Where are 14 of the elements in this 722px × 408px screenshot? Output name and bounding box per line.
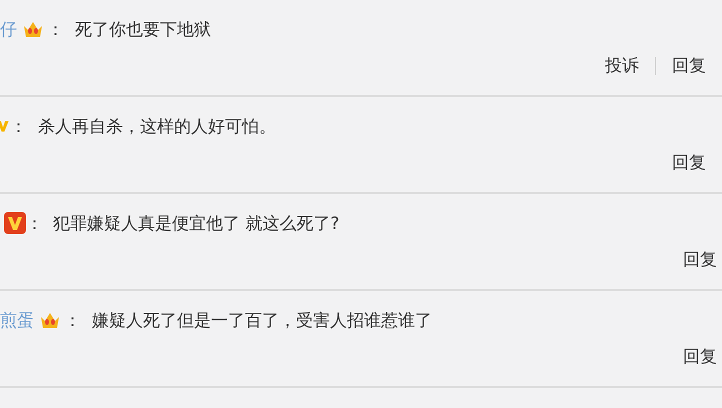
action-link[interactable]: 回复 xyxy=(683,345,717,368)
action-link[interactable]: 回复 xyxy=(672,54,706,77)
colon: ： xyxy=(64,310,82,332)
action-link[interactable]: 回复 xyxy=(683,248,717,271)
comment-text: 嫌疑人死了但是一了百了，受害人招谁惹谁了 xyxy=(92,310,432,332)
colon: ： xyxy=(47,18,65,40)
comment-text: 死了你也要下地狱 xyxy=(75,18,211,40)
comment-text: 杀人再自杀，这样的人好可怕。 xyxy=(38,116,276,138)
v-badge-icon xyxy=(4,212,26,234)
colon: ： xyxy=(26,212,44,234)
action-link[interactable]: 投诉 xyxy=(605,54,639,77)
action-link[interactable]: 回复 xyxy=(672,151,706,174)
colon: ： xyxy=(10,116,28,138)
comment-text: 犯罪嫌疑人真是便宜他了 就这么死了? xyxy=(53,212,340,234)
